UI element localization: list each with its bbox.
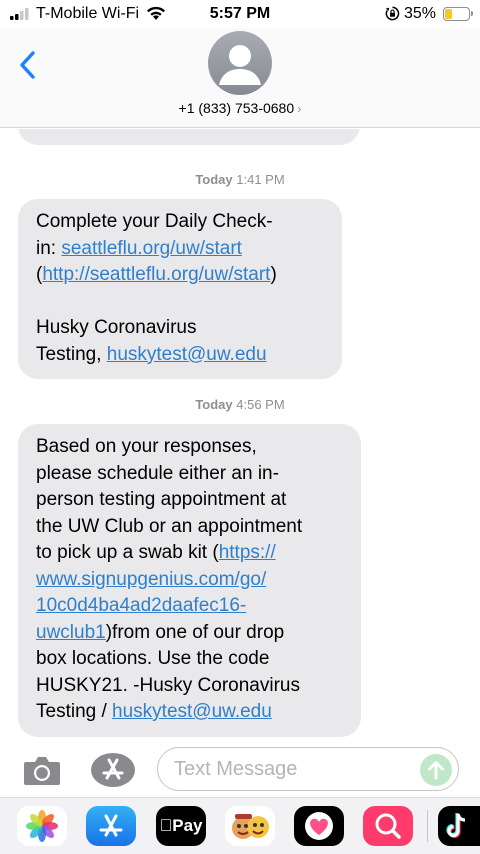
message-text: person testing appointment at xyxy=(36,489,287,510)
message-link[interactable]: http://seattleflu.org/uw/start xyxy=(42,264,270,285)
apple-pay-app[interactable]: Pay xyxy=(156,806,206,846)
search-app-icon xyxy=(375,813,401,839)
memoji-app[interactable] xyxy=(225,806,275,846)
message-link[interactable]: www.signupgenius.com/go/ xyxy=(36,569,266,590)
message-link[interactable]: seattleflu.org/results xyxy=(36,129,206,130)
message-bubble[interactable]: Based on your responses, please schedule … xyxy=(18,424,361,737)
heart-app-icon xyxy=(305,812,333,840)
message-text: ) xyxy=(206,129,212,130)
message-bubble[interactable]: seattleflu.org/results) xyxy=(18,129,360,145)
message-line: www.signupgenius.com/go/ xyxy=(36,567,345,594)
message-timestamp: Today 1:41 PM xyxy=(0,172,480,187)
battery-percent: 35% xyxy=(404,5,437,22)
chevron-left-icon[interactable] xyxy=(16,48,40,82)
message-input[interactable] xyxy=(157,747,459,791)
app-store-app[interactable] xyxy=(86,806,136,846)
message-line: box locations. Use the code xyxy=(36,646,345,673)
message-line: the UW Club or an appointment xyxy=(36,514,345,541)
photos-app[interactable] xyxy=(17,806,67,846)
battery-icon xyxy=(443,7,473,21)
message-text: please schedule either an in- xyxy=(36,462,279,484)
message-text: box locations. Use the code xyxy=(36,648,270,669)
message-line: seattleflu.org/results) xyxy=(36,129,344,134)
message-thread[interactable]: seattleflu.org/results) Today 1:41 PM Comp… xyxy=(0,129,480,741)
message-text: the UW Club or an appointment xyxy=(36,515,303,537)
battery-level xyxy=(445,9,452,19)
message-text: in: xyxy=(36,237,62,259)
timestamp-time: 1:41 PM xyxy=(236,172,285,187)
imessage-app-drawer: Pay xyxy=(0,797,480,854)
message-link[interactable]: https:// xyxy=(219,542,276,563)
message-line: Husky Coronavirus xyxy=(36,315,326,342)
message-text: HUSKY21. -Husky Coronavirus xyxy=(36,674,300,696)
message-line: uwclub1)from one of our drop xyxy=(36,620,345,647)
message-text: ) xyxy=(270,264,277,285)
message-line: (http://seattleflu.org/uw/start) xyxy=(36,262,326,289)
person-icon xyxy=(219,45,261,85)
apple-pay-icon:  xyxy=(160,816,173,835)
message-text: Testing, xyxy=(36,343,107,365)
app-drawer-divider xyxy=(427,810,428,842)
app-store-icon xyxy=(99,814,123,837)
message-line: 10c0d4ba4ad2daafec16- xyxy=(36,593,345,620)
arrow-up-icon xyxy=(428,761,444,780)
composer-bar xyxy=(0,741,480,797)
message-link[interactable]: seattleflu.org/uw/start xyxy=(61,238,242,259)
message-line: HUSKY21. -Husky Coronavirus xyxy=(36,673,345,700)
message-link[interactable]: 10c0d4ba4ad2daafec16- xyxy=(36,595,246,616)
send-button[interactable] xyxy=(420,754,452,786)
tiktok-app[interactable] xyxy=(438,806,480,846)
message-text: to pick up a swab kit ( xyxy=(36,542,219,563)
message-line xyxy=(36,289,326,316)
timestamp-time: 4:56 PM xyxy=(236,397,285,412)
message-text: )from one of our drop xyxy=(105,621,285,643)
message-line: please schedule either an in- xyxy=(36,461,345,488)
message-text: Based on your responses, xyxy=(36,436,257,457)
conversation-header: +1 (833) 753-0680 › xyxy=(0,28,480,128)
memoji-icon xyxy=(232,814,269,839)
apple-pay-label: Pay xyxy=(165,816,202,835)
tiktok-icon xyxy=(446,813,466,839)
message-line: Testing / huskytest@uw.edu xyxy=(36,699,345,726)
message-link[interactable]: uwclub1 xyxy=(36,622,106,643)
search-app[interactable] xyxy=(363,806,413,846)
message-timestamp: Today 4:56 PM xyxy=(0,397,480,412)
message-text: Husky Coronavirus xyxy=(36,317,197,338)
app-store-icon[interactable] xyxy=(90,752,136,788)
contact-number: +1 (833) 753-0680 xyxy=(178,100,295,116)
message-line: to pick up a swab kit (https:// xyxy=(36,540,345,567)
status-bar: T-Mobile Wi-Fi 5:57 PM 35% xyxy=(0,0,480,28)
camera-icon[interactable] xyxy=(22,755,62,787)
message-line: Complete your Daily Check- xyxy=(36,209,326,236)
message-line: person testing appointment at xyxy=(36,487,345,514)
message-link[interactable]: huskytest@uw.edu xyxy=(112,701,272,722)
message-link[interactable]: huskytest@uw.edu xyxy=(107,344,267,365)
message-line: Testing, huskytest@uw.edu xyxy=(36,342,326,369)
message-bubble[interactable]: Complete your Daily Check-in: seattleflu… xyxy=(18,199,342,379)
timestamp-day: Today xyxy=(195,172,233,187)
message-text: Complete your Daily Check- xyxy=(36,211,273,232)
rotation-lock-icon xyxy=(385,6,400,21)
message-line: in: seattleflu.org/uw/start xyxy=(36,236,326,263)
timestamp-day: Today xyxy=(195,397,233,412)
heart-app[interactable] xyxy=(294,806,344,846)
message-text: Testing / xyxy=(36,701,113,722)
message-line: Based on your responses, xyxy=(36,434,345,461)
contact-avatar[interactable] xyxy=(208,31,272,95)
contact-name[interactable]: +1 (833) 753-0680 › xyxy=(0,100,480,116)
photos-icon xyxy=(26,810,58,842)
chevron-right-icon: › xyxy=(297,101,302,116)
